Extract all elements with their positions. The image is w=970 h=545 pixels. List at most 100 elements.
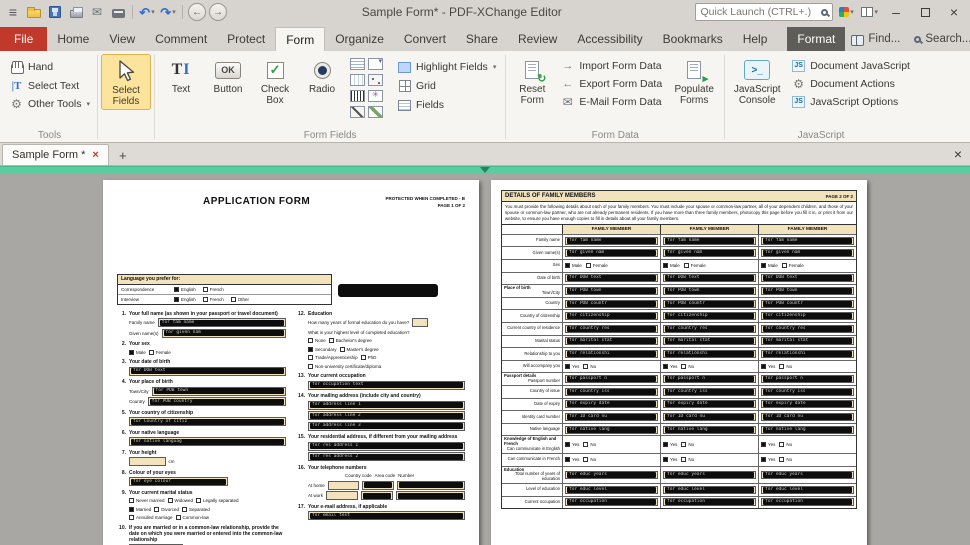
checkbox-option[interactable]: PhD bbox=[360, 355, 376, 360]
checkbox-option[interactable]: Yes bbox=[565, 457, 579, 463]
form-field-cell[interactable]: for DOB text bbox=[660, 272, 758, 285]
checkbox[interactable] bbox=[167, 498, 173, 503]
checkbox[interactable] bbox=[683, 263, 689, 269]
form-field-cell[interactable]: for occupation bbox=[758, 496, 856, 509]
checkbox[interactable] bbox=[174, 296, 179, 302]
pdf-page-1[interactable]: APPLICATION FORM PROTECTED WHEN COMPLETE… bbox=[103, 180, 479, 545]
form-field[interactable]: for address line 1 bbox=[308, 400, 465, 410]
form-field-cell[interactable]: for country res bbox=[660, 323, 758, 335]
checkbox-option[interactable]: No bbox=[779, 364, 792, 370]
checkbox-option[interactable]: No bbox=[779, 442, 792, 448]
form-field-cell[interactable]: Yes No bbox=[660, 360, 758, 373]
form-field[interactable]: for fam name bbox=[663, 236, 756, 245]
checkbox[interactable] bbox=[583, 457, 589, 463]
find-button[interactable]: Find... bbox=[845, 31, 906, 47]
split-handle-icon[interactable] bbox=[480, 167, 490, 173]
checkbox[interactable] bbox=[663, 364, 668, 370]
form-field[interactable]: for educ years bbox=[761, 470, 854, 479]
form-field-cell[interactable]: for fam name bbox=[562, 234, 660, 247]
form-field[interactable] bbox=[129, 457, 166, 466]
javascript-console-button[interactable]: >_ JavaScript Console bbox=[728, 54, 786, 108]
checkbox[interactable] bbox=[129, 498, 134, 503]
javascript-options-button[interactable]: JS JavaScript Options bbox=[787, 94, 914, 110]
form-field[interactable]: for occupation bbox=[663, 498, 756, 507]
checkbox[interactable] bbox=[154, 506, 160, 512]
form-field[interactable]: for Country of citiz bbox=[129, 417, 286, 426]
form-field[interactable]: for DOB text bbox=[761, 274, 854, 283]
form-field[interactable]: for native languag bbox=[129, 437, 286, 446]
scan-button[interactable] bbox=[108, 2, 128, 22]
tab-format[interactable]: Format bbox=[787, 27, 846, 51]
form-field[interactable]: for DOB text bbox=[129, 366, 286, 376]
checkbox[interactable] bbox=[761, 364, 766, 370]
form-field[interactable]: for relationshi bbox=[663, 350, 756, 359]
checkbox[interactable] bbox=[779, 364, 785, 370]
form-field[interactable]: for marital stat bbox=[565, 337, 658, 346]
search-button[interactable]: Search...▾ bbox=[908, 31, 970, 47]
checkbox[interactable] bbox=[663, 263, 668, 269]
form-field[interactable]: for ID card nu bbox=[565, 413, 658, 422]
checkbox-option[interactable]: French bbox=[202, 296, 224, 302]
checkbox[interactable] bbox=[308, 338, 313, 343]
checkbox-option[interactable]: Separated bbox=[182, 506, 210, 512]
save-button[interactable] bbox=[45, 2, 65, 22]
checkbox-option[interactable]: Yes bbox=[565, 364, 579, 370]
form-field-cell[interactable]: for POB countr bbox=[562, 297, 660, 310]
tab-home[interactable]: Home bbox=[47, 27, 99, 51]
checkbox-option[interactable]: Other bbox=[230, 296, 249, 302]
document-area[interactable]: APPLICATION FORM PROTECTED WHEN COMPLETE… bbox=[0, 174, 970, 545]
form-field[interactable]: for POB country bbox=[147, 397, 286, 406]
checkbox[interactable] bbox=[175, 515, 181, 520]
checkbox[interactable] bbox=[761, 263, 766, 269]
form-field-cell[interactable]: Yes No bbox=[758, 436, 856, 453]
button-field-button[interactable]: OK Button bbox=[205, 54, 251, 97]
form-field[interactable] bbox=[362, 480, 394, 490]
form-field[interactable] bbox=[326, 491, 358, 500]
form-field[interactable]: for DOB text bbox=[565, 274, 658, 283]
layout-button[interactable]: ▾ bbox=[859, 2, 880, 22]
form-field-cell[interactable]: for educ level bbox=[562, 484, 660, 496]
form-field-cell[interactable]: for relationshi bbox=[758, 348, 856, 360]
checkbox[interactable] bbox=[585, 263, 591, 269]
form-field-cell[interactable]: for country iss bbox=[758, 386, 856, 398]
checkbox-option[interactable]: Secondary bbox=[308, 346, 337, 352]
form-field[interactable] bbox=[327, 480, 360, 490]
stamp-field-icon[interactable] bbox=[368, 90, 384, 102]
form-field-cell[interactable]: for DOB text bbox=[758, 272, 856, 285]
checkbox-option[interactable]: No bbox=[779, 457, 792, 463]
form-field[interactable]: for fam name bbox=[157, 318, 286, 327]
form-field[interactable]: for occupation bbox=[565, 498, 658, 507]
dial-field-icon[interactable] bbox=[368, 74, 384, 86]
checkbox-field-button[interactable]: ✓ Check Box bbox=[252, 54, 298, 108]
checkbox[interactable] bbox=[308, 355, 313, 360]
form-field-cell[interactable]: for relationshi bbox=[660, 348, 758, 360]
checkbox-option[interactable]: Non-university certificate/diploma bbox=[308, 363, 381, 369]
select-text-button[interactable]: |T Select Text bbox=[5, 78, 94, 94]
checkbox[interactable] bbox=[202, 296, 208, 302]
form-field-cell[interactable]: Yes No bbox=[562, 360, 660, 373]
checkbox-option[interactable]: Female bbox=[585, 263, 608, 269]
checkbox-option[interactable]: No bbox=[681, 364, 694, 370]
checkbox[interactable] bbox=[681, 457, 687, 463]
form-field-cell[interactable]: for fam name bbox=[660, 234, 758, 247]
form-field-cell[interactable]: for citizenship bbox=[660, 310, 758, 323]
form-field-cell[interactable]: Male Female bbox=[758, 260, 856, 272]
maximize-button[interactable] bbox=[912, 2, 938, 22]
form-field-cell[interactable]: Yes No bbox=[562, 453, 660, 466]
form-field-cell[interactable]: for educ years bbox=[758, 466, 856, 483]
form-field-cell[interactable]: for passport n bbox=[562, 373, 660, 386]
hand-tool-button[interactable]: Hand bbox=[5, 58, 94, 76]
checkbox-option[interactable]: Yes bbox=[761, 442, 775, 448]
form-field[interactable]: for educ level bbox=[761, 485, 854, 494]
form-field[interactable]: for country res bbox=[565, 324, 658, 333]
import-form-data-button[interactable]: → Import Form Data bbox=[556, 58, 666, 74]
checkbox[interactable] bbox=[761, 442, 766, 448]
checkbox-option[interactable]: Never married bbox=[129, 498, 165, 503]
form-field-cell[interactable]: for native lang bbox=[758, 423, 856, 436]
form-field-cell[interactable]: for DOB text bbox=[562, 272, 660, 285]
form-field[interactable]: for country iss bbox=[761, 387, 854, 396]
checkbox-option[interactable]: Bachelor's degree bbox=[328, 338, 372, 343]
email-button[interactable]: ✉ bbox=[87, 2, 107, 22]
form-field[interactable]: for native lang bbox=[565, 425, 658, 434]
form-field-cell[interactable]: for educ years bbox=[660, 466, 758, 483]
